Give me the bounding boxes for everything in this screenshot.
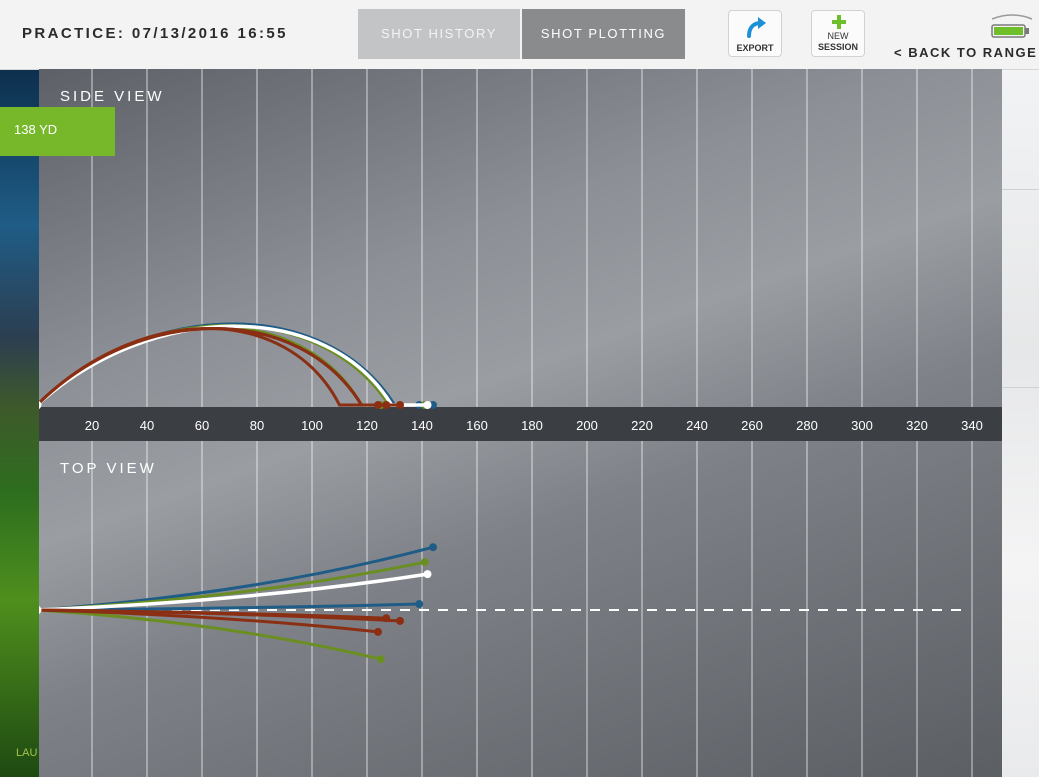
x-tick-label: 80 <box>250 418 264 433</box>
top-shot-landing-dot <box>396 616 404 625</box>
top-shot-landing-dot <box>429 543 437 552</box>
tab-shot-plotting[interactable]: SHOT PLOTTING <box>522 9 685 59</box>
right-panel-edge <box>1001 69 1039 777</box>
top-view-label: TOP VIEW <box>60 460 157 477</box>
x-tick-label: 100 <box>301 418 323 433</box>
x-tick-label: 220 <box>631 418 653 433</box>
x-tick-label: 320 <box>906 418 928 433</box>
side-shot-landing-dot <box>382 401 391 409</box>
new-session-label-line2: SESSION <box>817 42 858 52</box>
x-tick-label: 200 <box>576 418 598 433</box>
x-tick-label: 180 <box>521 418 543 433</box>
back-to-range-link[interactable]: < BACK TO RANGE <box>894 45 1037 60</box>
range-scene-background: LAU <box>0 69 40 777</box>
shot-plot-area: 20 40 60 80 100 120 140 160 180 200 220 240 260 280 30… <box>39 69 1002 777</box>
side-shot-landing-dot <box>396 401 404 409</box>
top-tee-dot <box>39 605 42 615</box>
x-tick-label: 300 <box>851 418 873 433</box>
top-shot-landing-dot <box>376 655 385 664</box>
side-shot-landing-dot <box>423 401 432 409</box>
side-view-label: SIDE VIEW <box>60 88 165 105</box>
plus-icon <box>832 15 846 29</box>
side-shot-trajectory <box>39 327 402 407</box>
top-shot-landing-dot <box>420 558 429 567</box>
x-tick-label: 280 <box>796 418 818 433</box>
x-tick-label: 20 <box>85 418 99 433</box>
x-tick-label: 120 <box>356 418 378 433</box>
x-tick-label: 340 <box>961 418 983 433</box>
x-tick-label: 160 <box>466 418 488 433</box>
top-shot-landing-dot <box>415 600 424 609</box>
x-tick-label: 40 <box>140 418 154 433</box>
side-shot-trajectory <box>39 322 435 407</box>
x-tick-label: 240 <box>686 418 708 433</box>
distance-badge: 138 YD <box>0 107 115 156</box>
new-session-label-line1: NEW <box>827 31 849 41</box>
x-tick-label: 260 <box>741 418 763 433</box>
top-shot-trajectory <box>39 545 435 612</box>
top-shot-landing-dot <box>382 614 391 623</box>
side-shot-trajectory <box>39 324 430 407</box>
battery-icon <box>991 14 1033 38</box>
export-icon <box>747 17 766 38</box>
top-shot-landing-dot <box>374 627 382 636</box>
practice-title: PRACTICE: 07/13/2016 16:55 <box>22 25 288 42</box>
export-button[interactable]: EXPORT <box>728 10 782 57</box>
top-header: PRACTICE: 07/13/2016 16:55 SHOT HISTORY … <box>0 0 1039 70</box>
new-session-button[interactable]: NEW SESSION <box>811 10 865 57</box>
x-tick-label: 60 <box>195 418 209 433</box>
background-label: LAU <box>16 747 38 759</box>
top-shot-landing-dot <box>423 570 432 579</box>
export-label: EXPORT <box>736 43 774 53</box>
shot-plot-svg: 20 40 60 80 100 120 140 160 180 200 220 240 260 280 30… <box>39 69 1002 777</box>
x-tick-label: 140 <box>411 418 433 433</box>
tab-shot-history[interactable]: SHOT HISTORY <box>358 9 520 59</box>
